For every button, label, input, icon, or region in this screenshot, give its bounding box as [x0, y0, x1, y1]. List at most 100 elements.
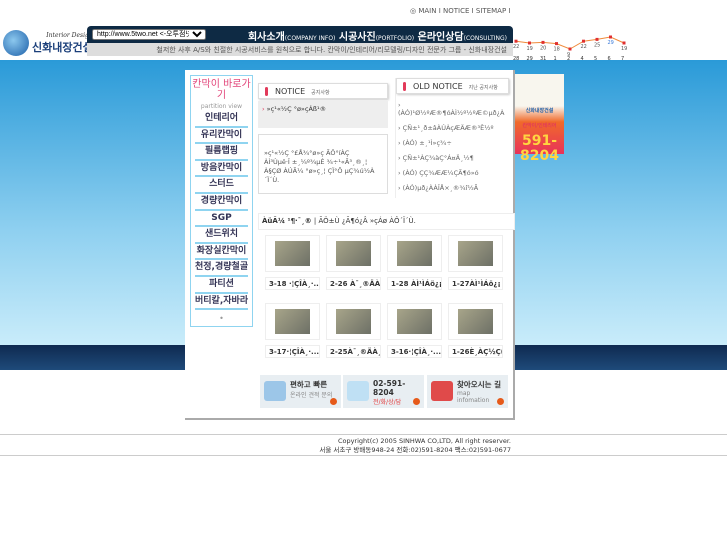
- copyright: Copyright(c) 2005 SINHWA CO,LTD, All rig…: [337, 437, 511, 445]
- sidebar-item[interactable]: 스터드: [195, 177, 248, 194]
- logo[interactable]: Interior Design 신화내장건설: [3, 30, 93, 56]
- chart-point: [609, 35, 612, 39]
- photo-caption[interactable]: 2-26 À¯¸®ÄÀ¸·...: [326, 277, 381, 290]
- photo-thumbnail[interactable]: [387, 235, 442, 272]
- phone-banner[interactable]: 신화내장건설 칸막이/인테리어 591- 8204: [515, 74, 564, 164]
- sidebar-item[interactable]: 필름랩핑: [195, 144, 248, 161]
- chart-point: [595, 37, 599, 41]
- ticker-label[interactable]: ÀüÃ¼ ¹¶·¯¸®: [262, 217, 312, 225]
- photo-item[interactable]: 2-25À¯¸®ÄÀ¸·...: [326, 303, 381, 358]
- arrow-icon: [330, 398, 337, 405]
- notice-headline[interactable]: › »ç¹«½Ç °ø»çÁß¹®: [258, 101, 388, 128]
- nav-sitemap[interactable]: SITEMAP: [476, 7, 506, 15]
- photo-image: [397, 309, 432, 334]
- chart-date-label: 31: [540, 56, 546, 61]
- menu-portfolio[interactable]: 시공사진(PORTFOLIO): [339, 32, 414, 43]
- photo-item[interactable]: 3-16·¦ÇÎÀ¸·...: [387, 303, 442, 358]
- old-notice-item[interactable]: › (ÀÓ)¹Ø½ºÆ®¶óÀÌ½º½ºÆ©µð¿À: [398, 101, 509, 117]
- photo-image: [397, 241, 432, 266]
- sidebar-item[interactable]: 샌드위치: [195, 227, 248, 244]
- photo-item[interactable]: 2-26 À¯¸®ÄÀ¸·...: [326, 235, 381, 290]
- old-notice-item[interactable]: › (ÀÓ) ±¸¹Ì»ç¾÷: [398, 139, 509, 147]
- photo-caption[interactable]: 1-26È¸ÀÇ½Ç(È...: [448, 345, 503, 358]
- main-menu-bar: http://www.5two.net <-오투점넷 회사소개(COMPANY …: [87, 26, 513, 43]
- old-notice-item[interactable]: › (ÀÓ) ÇÇ¾ÆÆ¼ÇÃ¶ó»ó: [398, 169, 509, 177]
- photo-caption[interactable]: 3-16·¦ÇÎÀ¸·...: [387, 345, 442, 358]
- ticker-text: ÃÖ±Ù ¿Ã¶ó¿Â »çÁø ÀÔ´Ï´Ù.: [318, 217, 416, 225]
- sidebar-header: 칸막이 바로가기 partition view: [192, 79, 251, 110]
- old-notice-box: OLD NOTICE 지난 공지사항 › (ÀÓ)¹Ø½ºÆ®¶óÀÌ½º½ºÆ©…: [395, 78, 509, 198]
- shop-icon: [431, 381, 453, 401]
- sidebar-item[interactable]: 화장실칸막이: [195, 244, 248, 261]
- photo-image: [275, 309, 310, 334]
- menu-company-info[interactable]: 회사소개(COMPANY INFO): [248, 32, 335, 43]
- logo-mark-icon: [3, 30, 29, 56]
- photo-thumbnail[interactable]: [326, 235, 381, 272]
- sidebar-item[interactable]: 유리칸막이: [195, 128, 248, 145]
- old-notice-text: (ÀÓ)µð¿ÀÀÎÅ×¸®¾î½Ã: [402, 184, 479, 192]
- sidebar-item[interactable]: 경량칸막이: [195, 194, 248, 211]
- photo-item[interactable]: 1-28 ÀÌ¹ÌÁö¿¡: [387, 235, 442, 290]
- sidebar: 칸막이 바로가기 partition view 인테리어 유리칸막이 필름랩핑 방음칸막…: [190, 75, 253, 327]
- sidebar-item[interactable]: SGP: [195, 211, 248, 228]
- chart-date-label: 29: [527, 56, 533, 61]
- old-notice-item[interactable]: › ÇÑ±¹ÀÇ¾àÇ°Á¤Ä¸½¶: [398, 154, 509, 162]
- chart-value-label: 19: [527, 46, 533, 52]
- chart-date-label: 5: [594, 56, 597, 61]
- notice-body[interactable]: »ç¹«½Ç °£Å¾°ø»ç ÃÖ°íÀÇ ÀÌ³Ùµë·Î ±¸¼º¾µÉ …: [258, 134, 388, 194]
- sidebar-item[interactable]: 파티션: [195, 277, 248, 294]
- sidebar-item[interactable]: 방음칸막이: [195, 161, 248, 178]
- photo-thumbnail[interactable]: [265, 303, 320, 340]
- sidebar-item[interactable]: 버티칼,자바라: [195, 294, 248, 311]
- phone-consult-button[interactable]: 02-591-8204 전/화/상/담: [343, 375, 424, 408]
- photo-image: [275, 241, 310, 266]
- photo-caption[interactable]: 1-27ÀÌ¹ÌÁö¿¡: [448, 277, 503, 290]
- old-notice-text: (ÀÓ) ÇÇ¾ÆÆ¼ÇÃ¶ó»ó: [402, 169, 479, 177]
- visitor-chart: 22281929203118192224255296197: [513, 35, 627, 61]
- chart-point: [555, 42, 558, 46]
- map-button[interactable]: 찾아오시는 길 map infomation: [427, 375, 508, 408]
- chart-point: [568, 47, 572, 51]
- phone-icon: [347, 381, 369, 401]
- chart-point: [514, 39, 518, 43]
- chart-date-label: 4: [581, 56, 584, 61]
- photo-caption[interactable]: 3-18 ·¦ÇÎÀ¸·...: [265, 277, 320, 290]
- photo-thumbnail[interactable]: [326, 303, 381, 340]
- photo-item[interactable]: 1-26È¸ÀÇ½Ç(È...: [448, 303, 503, 358]
- photo-caption[interactable]: 3-17·¦ÇÎÀ¸·...: [265, 345, 320, 358]
- old-notice-text: ÇÑ±¹¸ð±âÀÚÀçÆÄÆ®³Ê½º: [402, 124, 494, 132]
- photo-item[interactable]: 3-17·¦ÇÎÀ¸·...: [265, 303, 320, 358]
- photo-item[interactable]: 3-18 ·¦ÇÎÀ¸·...: [265, 235, 320, 290]
- sidebar-item[interactable]: 천정,경량철골: [195, 260, 248, 277]
- online-estimate-button[interactable]: 편하고 빠른 온라인 견적 문의: [260, 375, 341, 408]
- nav-notice[interactable]: NOTICE: [443, 7, 469, 15]
- menu-consulting[interactable]: 온라인상담(CONSULTING): [418, 32, 507, 43]
- old-notice-item[interactable]: › (ÀÓ)µð¿ÀÀÎÅ×¸®¾î½Ã: [398, 184, 509, 192]
- photo-caption[interactable]: 1-28 ÀÌ¹ÌÁö¿¡: [387, 277, 442, 290]
- chart-date-label: 2: [567, 56, 570, 61]
- family-site-select[interactable]: http://www.5two.net <-오투점넷: [92, 29, 206, 40]
- photo-thumbnail[interactable]: [387, 303, 442, 340]
- old-notice-text: (ÀÓ)¹Ø½ºÆ®¶óÀÌ½º½ºÆ©µð¿À: [398, 109, 505, 117]
- photo-item[interactable]: 1-27ÀÌ¹ÌÁö¿¡: [448, 235, 503, 290]
- sidebar-more[interactable]: •: [191, 314, 252, 323]
- chart-point: [582, 39, 585, 43]
- chart-value-label: 25: [594, 42, 600, 48]
- photo-caption[interactable]: 2-25À¯¸®ÄÀ¸·...: [326, 345, 381, 358]
- slogan: 철저한 사후 A/S와 친절한 시공서비스를 원칙으로 합니다. 칸막이/인테리…: [87, 43, 513, 56]
- chart-value-label: 29: [608, 40, 614, 46]
- chart-value-label: 22: [513, 44, 519, 50]
- arrow-icon: [413, 398, 420, 405]
- nav-main[interactable]: ◎ MAIN: [410, 7, 436, 15]
- photo-thumbnail[interactable]: [448, 303, 503, 340]
- photo-thumbnail[interactable]: [448, 235, 503, 272]
- old-notice-item[interactable]: › ÇÑ±¹¸ð±âÀÚÀçÆÄÆ®³Ê½º: [398, 124, 509, 132]
- photo-ticker: ÀüÃ¼ ¹¶·¯¸® | ÃÖ±Ù ¿Ã¶ó¿Â »çÁø ÀÔ´Ï´Ù.: [258, 213, 515, 230]
- old-notice-title[interactable]: OLD NOTICE 지난 공지사항: [396, 78, 509, 94]
- chart-point: [622, 41, 626, 45]
- chart-date-label: 7: [621, 56, 624, 61]
- notice-title[interactable]: NOTICE 공지사항: [258, 83, 388, 99]
- photo-thumbnail[interactable]: [265, 235, 320, 272]
- sidebar-item[interactable]: 인테리어: [195, 111, 248, 128]
- footer: Copyright(c) 2005 SINHWA CO,LTD, All rig…: [0, 434, 727, 456]
